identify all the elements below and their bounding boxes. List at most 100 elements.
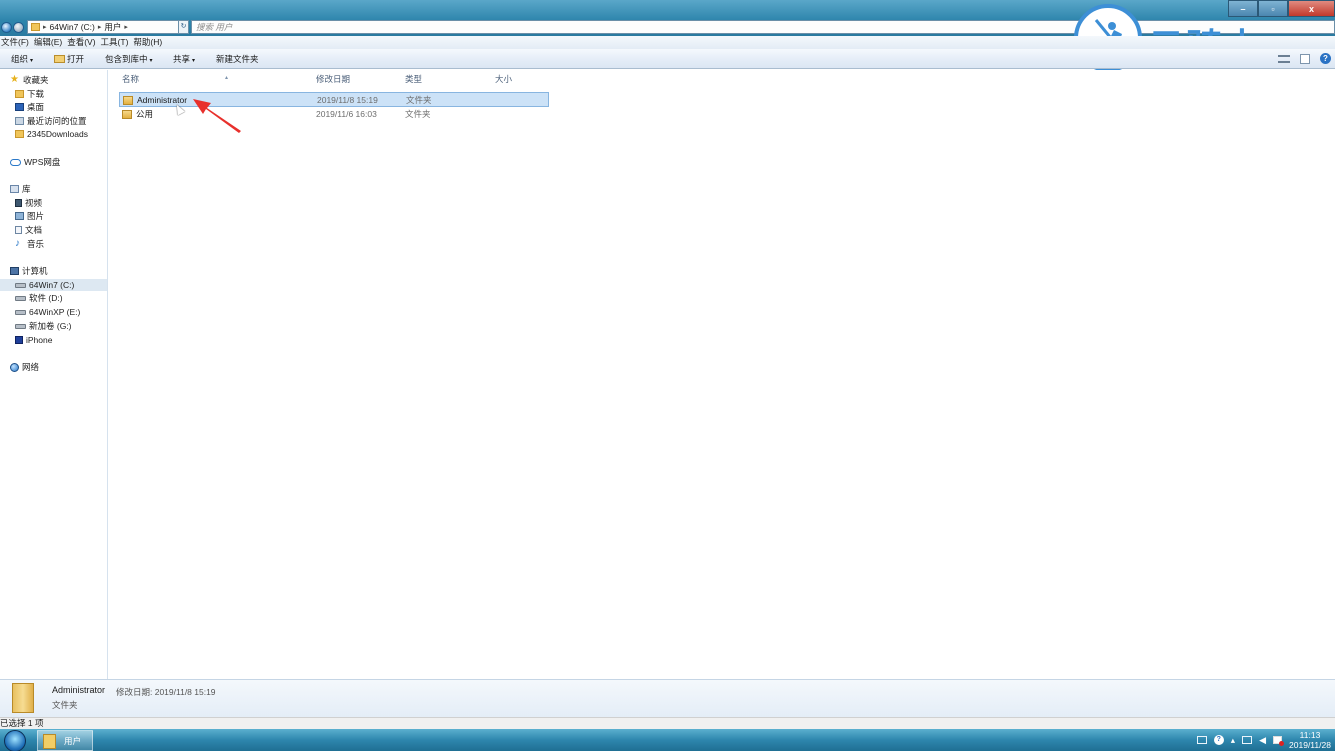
- desktop-icon: [15, 103, 24, 111]
- system-tray: ? ▴ ◀ 11:13 2019/11/28: [1196, 729, 1331, 751]
- nav-drive-g[interactable]: 新加卷 (G:): [15, 320, 72, 332]
- share-button[interactable]: 共享 ▾: [173, 49, 195, 69]
- nav-libraries[interactable]: 库: [10, 183, 31, 195]
- file-row-administrator[interactable]: Administrator 2019/11/8 15:19 文件夹: [119, 92, 549, 107]
- nav-recent[interactable]: 最近访问的位置: [15, 115, 87, 127]
- column-header-size[interactable]: 大小: [495, 73, 512, 85]
- menu-view[interactable]: 查看(V): [67, 36, 95, 49]
- network-status-icon[interactable]: [1273, 736, 1284, 746]
- nav-drive-d[interactable]: 软件 (D:): [15, 292, 63, 304]
- open-folder-icon: [54, 55, 65, 63]
- nav-label: 64WinXP (E:): [29, 307, 81, 317]
- file-modified: 2019/11/6 16:03: [316, 109, 377, 119]
- address-bar[interactable]: ▸ 64Win7 (C:) ▸ 用户 ▸ ▾: [27, 20, 187, 34]
- details-pane: Administrator 修改日期: 2019/11/8 15:19 文件夹: [0, 679, 1335, 717]
- nav-label: 库: [22, 184, 31, 194]
- nav-label: 收藏夹: [23, 75, 49, 85]
- nav-documents[interactable]: 文档: [15, 224, 42, 236]
- action-center-icon[interactable]: [1242, 736, 1253, 744]
- nav-label: 网络: [22, 362, 40, 372]
- column-header-modified[interactable]: 修改日期: [316, 73, 350, 85]
- nav-label: 计算机: [22, 266, 48, 276]
- nav-favorites[interactable]: ★ 收藏夹: [10, 74, 49, 86]
- include-in-library-button[interactable]: 包含到库中 ▾: [105, 49, 153, 69]
- music-icon: ♪: [15, 238, 20, 249]
- nav-iphone[interactable]: iPhone: [15, 334, 52, 346]
- details-type: 文件夹: [52, 700, 78, 710]
- organize-label: 组织: [11, 54, 29, 64]
- computer-icon: [10, 267, 19, 275]
- phone-icon: [15, 336, 23, 344]
- file-type: 文件夹: [406, 95, 432, 105]
- picture-icon: [15, 212, 24, 220]
- chevron-right-icon: ▸: [43, 24, 47, 31]
- star-icon: ★: [10, 74, 19, 85]
- nav-drive-e[interactable]: 64WinXP (E:): [15, 306, 80, 318]
- nav-wps-cloud[interactable]: WPS网盘: [10, 156, 60, 168]
- clock-time: 11:13: [1299, 730, 1321, 740]
- network-icon: [10, 362, 19, 372]
- taskbar-item-label: 用户: [64, 736, 82, 746]
- breadcrumb-drive[interactable]: 64Win7 (C:): [50, 22, 95, 32]
- column-header-type[interactable]: 类型: [405, 73, 422, 85]
- drive-icon: [15, 323, 26, 329]
- video-icon: [15, 199, 22, 207]
- start-button[interactable]: [4, 730, 26, 751]
- nav-label: 音乐: [27, 239, 45, 249]
- folder-icon: [15, 130, 24, 138]
- refresh-button[interactable]: ↻: [178, 20, 189, 34]
- nav-computer[interactable]: 计算机: [10, 265, 48, 277]
- nav-network[interactable]: 网络: [10, 361, 39, 373]
- sort-up-icon: ▴: [225, 75, 229, 81]
- help-icon[interactable]: ?: [1320, 53, 1331, 64]
- command-bar: 组织 ▾ 打开 包含到库中 ▾ 共享 ▾ 新建文件夹 ?: [0, 49, 1335, 69]
- details-modified: 修改日期: 2019/11/8 15:19: [116, 687, 216, 697]
- folder-icon: [123, 96, 133, 105]
- file-type: 文件夹: [405, 109, 431, 119]
- taskbar: 用户 ? ▴ ◀ 11:13 2019/11/28: [0, 729, 1335, 751]
- help-tray-icon[interactable]: ?: [1213, 735, 1224, 745]
- taskbar-explorer-button[interactable]: 用户: [37, 730, 93, 751]
- nav-label: 最近访问的位置: [27, 116, 87, 126]
- nav-label: 2345Downloads: [27, 129, 88, 139]
- chevron-up-icon[interactable]: ▴: [1231, 735, 1235, 746]
- view-options-icon[interactable]: [1278, 54, 1290, 63]
- nav-music[interactable]: ♪ 音乐: [15, 238, 44, 250]
- nav-2345downloads[interactable]: 2345Downloads: [15, 128, 88, 140]
- nav-drive-c[interactable]: 64Win7 (C:): [0, 279, 107, 291]
- organize-button[interactable]: 组织 ▾: [11, 49, 33, 69]
- open-button[interactable]: 打开: [54, 49, 84, 69]
- back-button[interactable]: [1, 22, 12, 33]
- recent-places-icon: [15, 117, 24, 125]
- download-folder-icon: [15, 90, 24, 98]
- nav-label: 新加卷 (G:): [29, 321, 72, 331]
- nav-label: 64Win7 (C:): [29, 280, 75, 290]
- folder-icon: [122, 110, 132, 119]
- nav-label: 文档: [25, 225, 43, 235]
- nav-downloads[interactable]: 下载: [15, 88, 44, 100]
- menu-help[interactable]: 帮助(H): [133, 36, 162, 49]
- chevron-right-icon: ▸: [124, 24, 128, 31]
- column-header-name[interactable]: ▴ 名称: [122, 73, 228, 85]
- file-modified: 2019/11/8 15:19: [317, 95, 378, 105]
- nav-pictures[interactable]: 图片: [15, 210, 44, 222]
- drive-icon: [15, 282, 26, 288]
- nav-desktop[interactable]: 桌面: [15, 101, 44, 113]
- menu-file[interactable]: 文件(F): [1, 36, 29, 49]
- chevron-right-icon: ▸: [97, 24, 102, 31]
- preview-pane-icon[interactable]: [1300, 53, 1310, 64]
- volume-icon[interactable]: ◀: [1259, 735, 1266, 746]
- clock[interactable]: 11:13 2019/11/28: [1289, 730, 1331, 750]
- drive-icon: [15, 309, 26, 315]
- new-folder-button[interactable]: 新建文件夹: [216, 49, 259, 69]
- nav-label: iPhone: [26, 335, 53, 345]
- forward-button[interactable]: [13, 22, 24, 33]
- menu-tools[interactable]: 工具(T): [101, 36, 129, 49]
- cloud-icon: [10, 158, 21, 166]
- menu-edit[interactable]: 编辑(E): [34, 36, 62, 49]
- breadcrumb-users[interactable]: 用户: [104, 21, 121, 33]
- keyboard-icon[interactable]: [1196, 736, 1207, 744]
- drive-icon: [15, 295, 26, 301]
- chevron-down-icon: ▾: [192, 58, 196, 64]
- nav-videos[interactable]: 视频: [15, 197, 42, 209]
